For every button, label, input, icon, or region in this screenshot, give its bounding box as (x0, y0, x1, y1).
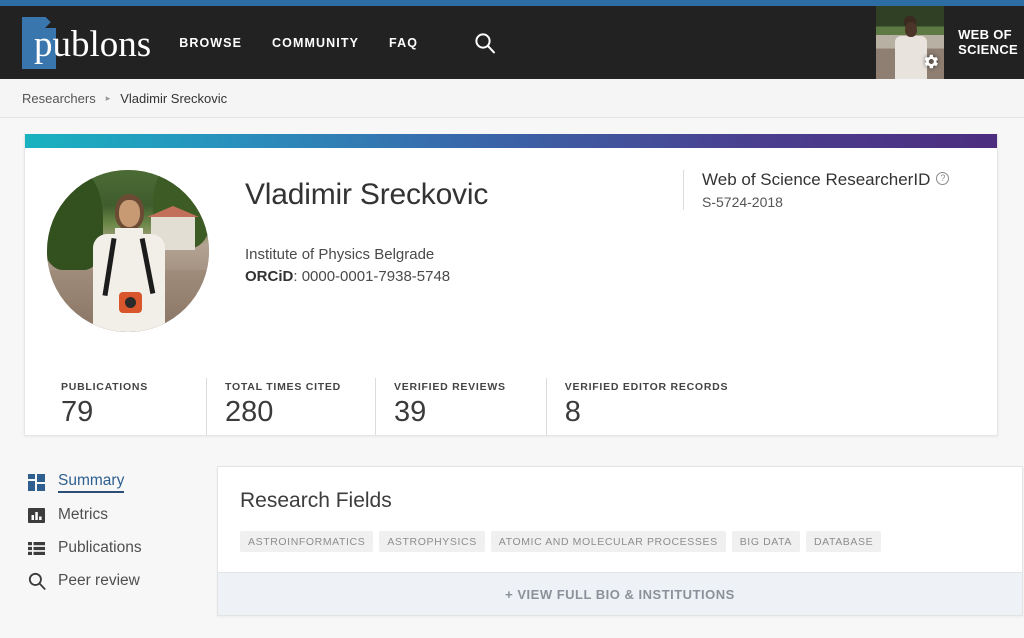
breadcrumb: Researchers ▸ Vladimir Sreckovic (0, 79, 1024, 118)
wos-line-2: SCIENCE (958, 41, 1018, 57)
research-field-tag[interactable]: ASTROPHYSICS (379, 530, 485, 552)
research-field-tag[interactable]: BIG DATA (731, 530, 800, 552)
page-body: Vladimir Sreckovic Institute of Physics … (0, 118, 1024, 637)
research-fields-title: Research Fields (240, 488, 392, 512)
publons-logo[interactable]: publons (22, 16, 152, 69)
account-avatar-button[interactable] (876, 6, 945, 79)
research-fields-body: Research Fields ASTROINFORMATICS ASTROPH… (218, 467, 1022, 572)
web-of-science-logo[interactable]: WEB OF SCIENCE (944, 6, 1024, 79)
help-icon[interactable]: ? (936, 172, 950, 185)
sidebar-item-metrics-label: Metrics (58, 506, 108, 524)
profile-stats: PUBLICATIONS 79 TOTAL TIMES CITED 280 VE… (61, 378, 997, 435)
profile-orcid: ORCiD: 0000-0001-7938-5748 (245, 268, 973, 285)
gear-icon[interactable] (921, 52, 940, 76)
chevron-right-icon: ▸ (105, 92, 111, 103)
research-fields-card: Research Fields ASTROINFORMATICS ASTROPH… (217, 465, 1023, 616)
researcher-id-label: Web of Science ResearcherID (702, 170, 931, 189)
view-full-bio-button[interactable]: + VIEW FULL BIO & INSTITUTIONS (218, 571, 1022, 615)
nav-browse[interactable]: BROWSE (179, 36, 242, 50)
profile-gradient-bar (25, 134, 997, 148)
main-content: Research Fields ASTROINFORMATICS ASTROPH… (194, 465, 1023, 638)
stat-verified-reviews[interactable]: VERIFIED REVIEWS 39 (375, 378, 546, 435)
research-field-tag[interactable]: ATOMIC AND MOLECULAR PROCESSES (490, 530, 726, 552)
orcid-value[interactable]: 0000-0001-7938-5748 (302, 268, 450, 285)
main-navbar: publons BROWSE COMMUNITY FAQ WEB OF SCIE… (0, 6, 1024, 79)
bar-chart-icon (27, 506, 46, 525)
stat-verified-editor-records[interactable]: VERIFIED EDITOR RECORDS 8 (545, 378, 751, 435)
publons-logo-text: publons (34, 24, 152, 65)
stat-total-times-cited-value: 280 (224, 396, 274, 428)
research-fields-tags: ASTROINFORMATICS ASTROPHYSICS ATOMIC AND… (240, 530, 1000, 552)
stat-publications[interactable]: PUBLICATIONS 79 (61, 378, 206, 435)
stat-publications-value: 79 (61, 396, 94, 428)
stat-verified-editor-records-value: 8 (564, 396, 581, 428)
profile-header: Vladimir Sreckovic Institute of Physics … (25, 148, 997, 352)
lower-section: Summary Metrics Publications Peer review… (24, 465, 1023, 638)
sidebar-item-peer-review[interactable]: Peer review (27, 565, 194, 598)
researcher-id-value: S-5724-2018 (702, 194, 783, 210)
sidebar-item-publications-label: Publications (58, 539, 142, 557)
stat-total-times-cited-label: TOTAL TIMES CITED (224, 381, 341, 393)
sidebar-item-metrics[interactable]: Metrics (27, 499, 194, 532)
researcher-id-title-row: Web of Science ResearcherID ? (702, 170, 973, 190)
orcid-label: ORCiD (245, 268, 294, 285)
list-icon (27, 539, 46, 558)
profile-institution: Institute of Physics Belgrade (245, 246, 435, 263)
sidebar-item-summary[interactable]: Summary (27, 466, 194, 499)
orcid-separator: : (293, 268, 302, 285)
breadcrumb-researchers[interactable]: Researchers (22, 91, 96, 106)
stat-total-times-cited[interactable]: TOTAL TIMES CITED 280 (205, 378, 375, 435)
breadcrumb-current: Vladimir Sreckovic (120, 90, 228, 106)
profile-photo (47, 170, 209, 332)
nav-links: BROWSE COMMUNITY FAQ (179, 32, 496, 54)
search-icon[interactable] (474, 32, 496, 54)
stat-publications-label: PUBLICATIONS (61, 381, 148, 393)
nav-right-group: WEB OF SCIENCE (876, 6, 1024, 79)
research-field-tag[interactable]: ASTROINFORMATICS (240, 530, 374, 552)
grid-icon (27, 473, 46, 492)
nav-community[interactable]: COMMUNITY (272, 36, 359, 50)
sidebar-item-summary-label: Summary (58, 472, 125, 493)
search-icon (27, 572, 46, 591)
nav-faq[interactable]: FAQ (389, 36, 418, 50)
profile-card: Vladimir Sreckovic Institute of Physics … (24, 134, 998, 436)
profile-sidebar: Summary Metrics Publications Peer review (24, 466, 194, 638)
researcher-id-block: Web of Science ResearcherID ? S-5724-201… (683, 170, 973, 210)
research-field-tag[interactable]: DATABASE (805, 530, 882, 552)
stat-verified-editor-records-label: VERIFIED EDITOR RECORDS (564, 381, 729, 393)
sidebar-item-publications[interactable]: Publications (27, 532, 194, 565)
wos-line-1: WEB OF (958, 26, 1012, 42)
sidebar-item-peer-review-label: Peer review (58, 572, 140, 590)
stat-verified-reviews-value: 39 (394, 396, 427, 428)
stat-verified-reviews-label: VERIFIED REVIEWS (394, 381, 506, 393)
